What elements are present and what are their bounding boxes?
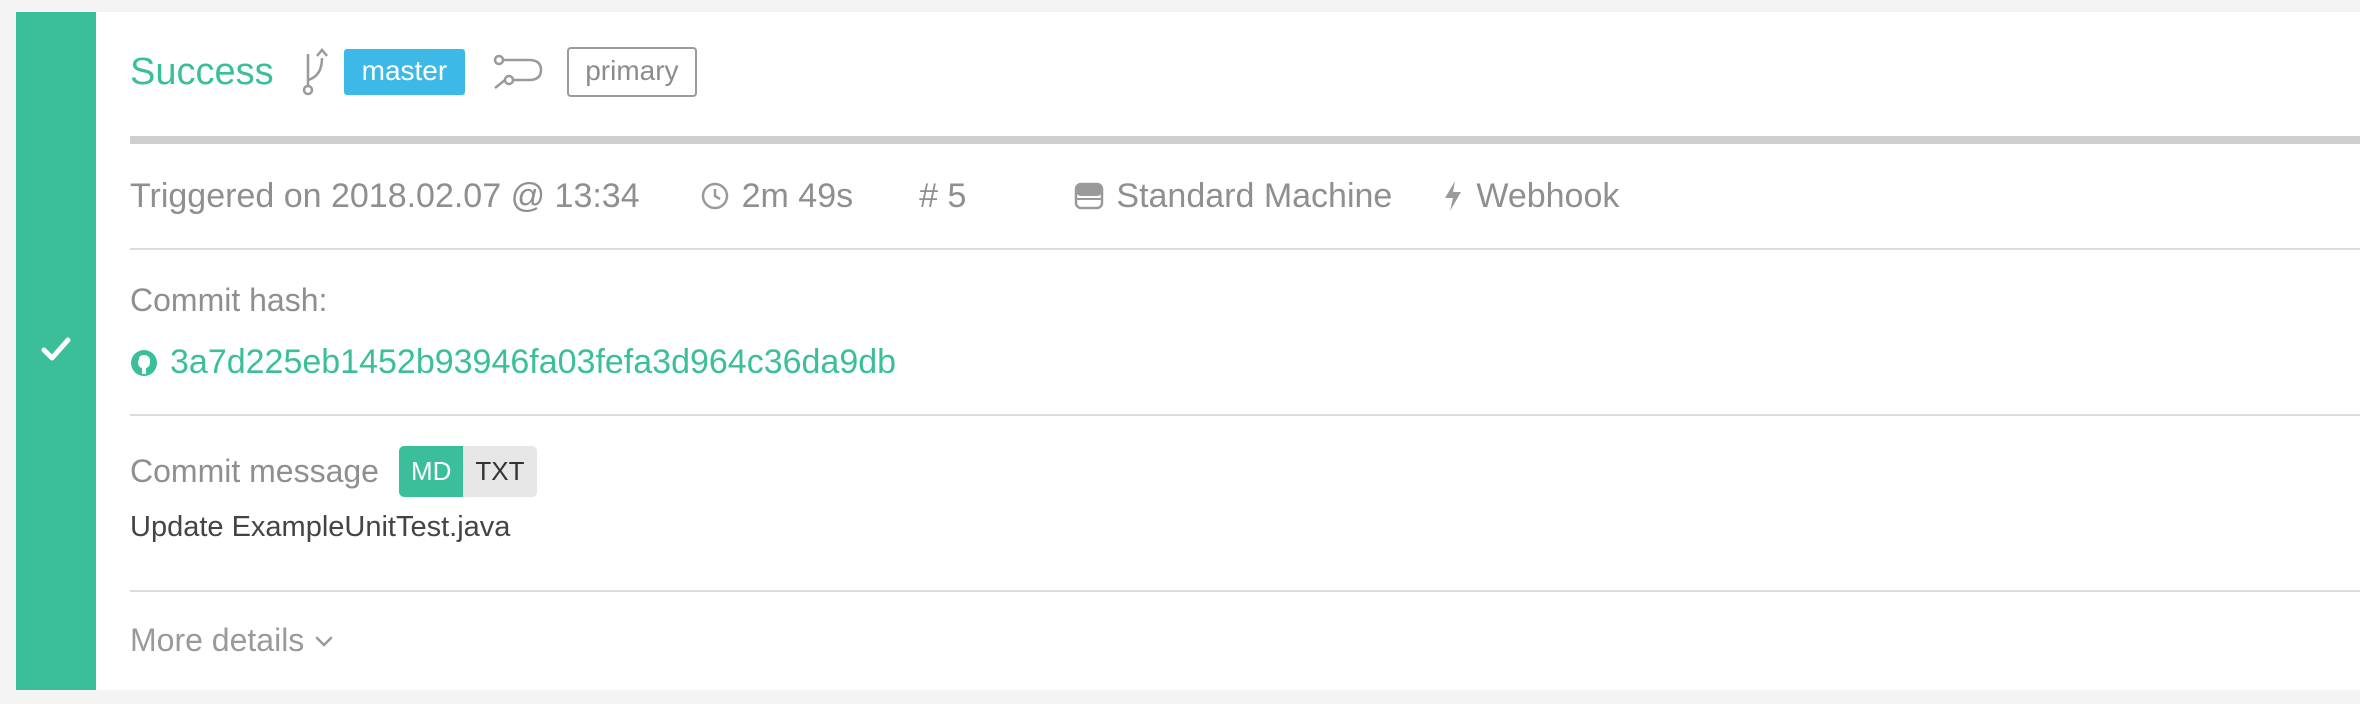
commit-hash-row: 3a7d225eb1452b93946fa03fefa3d964c36da9db [130,343,2360,382]
github-icon [131,349,157,376]
build-duration: 2m 49s [700,176,854,216]
build-card: Success master primary Triggered on 2018… [16,12,2360,690]
machine-type: Standard Machine [1074,177,1392,216]
triggered-time: Triggered on 2018.02.07 @ 13:34 [130,176,640,215]
commit-hash-label: Commit hash: [130,282,328,318]
commit-message-header: Commit message MD TXT [130,416,2360,497]
git-branch-icon [302,46,328,98]
commit-message-label: Commit message [130,453,379,489]
trigger-text: Webhook [1476,176,1620,215]
progress-bar [130,136,2360,144]
commit-hash-section: Commit hash: 3a7d225eb1452b93946fa03fefa… [130,250,2360,416]
workflow-icon [493,50,545,94]
status-bar [16,12,96,690]
format-txt-button[interactable]: TXT [463,446,537,497]
format-md-button[interactable]: MD [398,446,464,497]
trigger-type: Webhook [1442,177,1619,216]
branch-badge[interactable]: master [343,49,466,95]
commit-hash-link[interactable]: 3a7d225eb1452b93946fa03fefa3d964c36da9db [170,343,896,382]
build-header: Success master primary [130,12,2360,136]
more-details-toggle[interactable]: More details [130,592,2360,659]
machine-icon [1075,182,1104,210]
commit-message-section: Commit message MD TXT Update ExampleUnit… [130,416,2360,592]
build-details: Success master primary Triggered on 2018… [96,12,2360,690]
commit-message-text: Update ExampleUnitTest.java [130,511,511,543]
workflow-badge[interactable]: primary [567,47,697,97]
checkmark-icon [41,336,71,367]
build-meta-row: Triggered on 2018.02.07 @ 13:34 2m 49s #… [130,144,2360,250]
more-details-label: More details [130,622,305,658]
chevron-down-icon [316,636,333,647]
format-toggle: MD TXT [398,446,537,497]
build-status: Success [130,50,274,93]
clock-icon [701,182,728,210]
duration-text: 2m 49s [741,176,854,215]
lightning-icon [1445,181,1462,211]
build-number: # 5 [919,176,967,215]
machine-text: Standard Machine [1116,176,1393,215]
